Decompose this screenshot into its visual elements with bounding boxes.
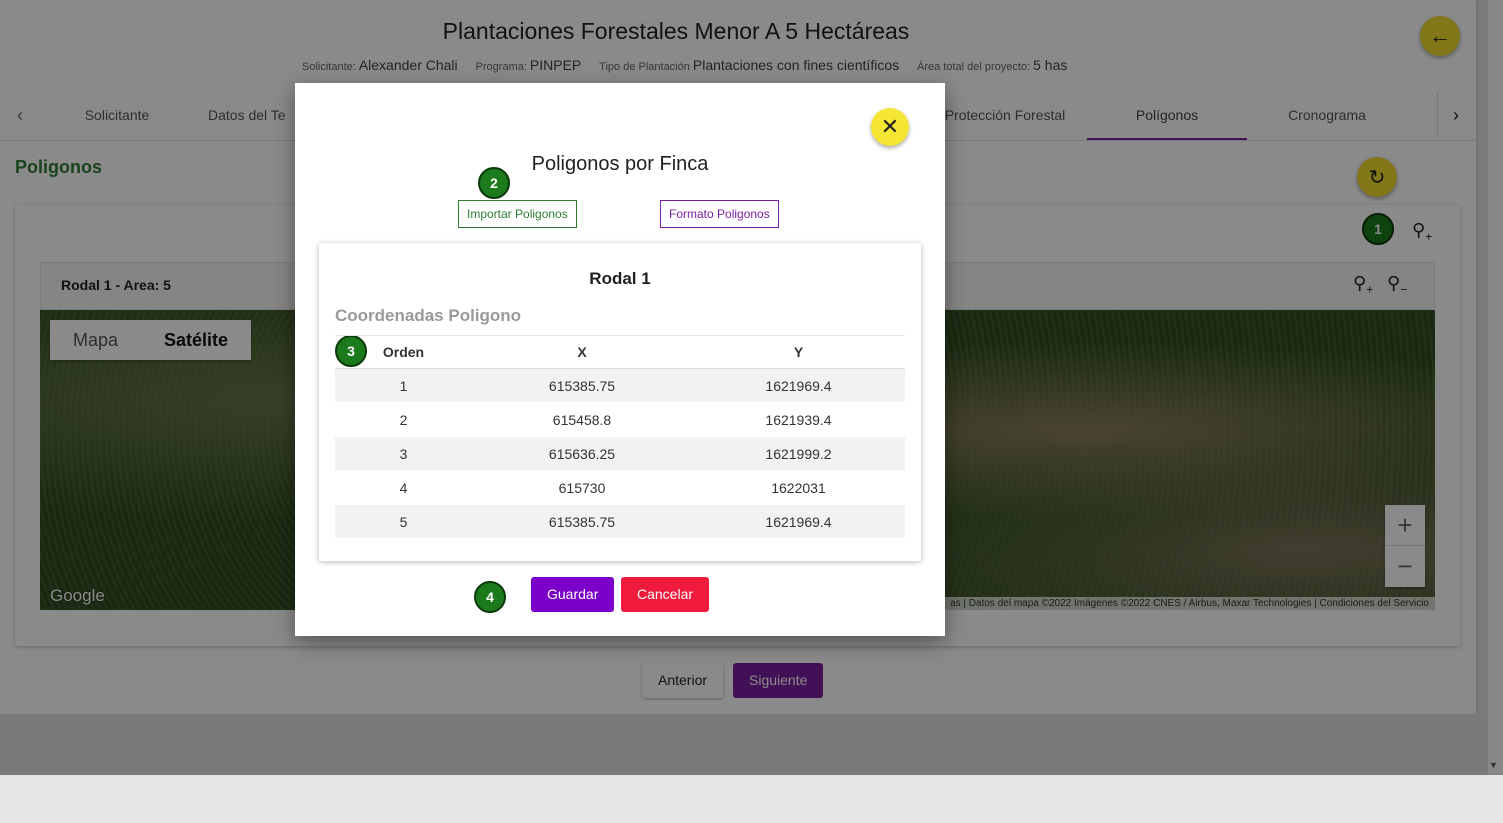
rodal-card-title: Rodal 1 — [589, 269, 651, 288]
table-row: 3 615636.25 1621999.2 — [335, 436, 905, 471]
table-row: 4 615730 1622031 — [335, 470, 905, 505]
cell-y: 1621999.2 — [692, 436, 905, 471]
table-row: 2 615458.8 1621939.4 — [335, 402, 905, 437]
cell-y: 1622031 — [692, 470, 905, 505]
import-polygons-button[interactable]: Importar Poligonos — [458, 200, 577, 228]
coordinates-title: Coordenadas Poligono — [335, 306, 522, 325]
close-icon: ✕ — [880, 114, 900, 139]
cell-y: 1621969.4 — [692, 368, 905, 403]
cell-y: 1621939.4 — [692, 402, 905, 437]
cell-orden: 4 — [335, 470, 472, 505]
dialog-title: Poligonos por Finca — [531, 153, 709, 175]
cell-y: 1621969.4 — [692, 504, 905, 539]
cell-orden: 2 — [335, 402, 472, 437]
cell-orden: 1 — [335, 368, 472, 403]
cell-x: 615730 — [472, 470, 692, 505]
cell-orden: 3 — [335, 436, 472, 471]
step-badge-4: 4 — [474, 581, 506, 613]
column-header-x: X — [472, 335, 692, 369]
column-header-orden: Orden — [335, 335, 472, 369]
cell-orden: 5 — [335, 504, 472, 539]
cancel-button[interactable]: Cancelar — [621, 577, 710, 612]
rodal-card: Rodal 1 Coordenadas Poligono 3 Orden X Y… — [319, 243, 921, 561]
column-header-y: Y — [692, 335, 905, 369]
save-button[interactable]: Guardar — [531, 577, 615, 612]
polygons-format-button[interactable]: Formato Poligonos — [660, 200, 779, 228]
table-row: 5 615385.75 1621969.4 — [335, 504, 905, 539]
cell-x: 615458.8 — [472, 402, 692, 437]
step-badge-2: 2 — [478, 167, 510, 199]
table-header-row: Orden X Y — [335, 335, 905, 369]
close-button[interactable]: ✕ — [871, 108, 909, 146]
cell-x: 615636.25 — [472, 436, 692, 471]
coordinates-table: Orden X Y 1 615385.75 1621969.4 2 615458… — [335, 335, 905, 539]
polygons-dialog: ✕ Poligonos por Finca 2 Importar Poligon… — [295, 83, 945, 636]
cell-x: 615385.75 — [472, 504, 692, 539]
table-row: 1 615385.75 1621969.4 — [335, 368, 905, 403]
cell-x: 615385.75 — [472, 368, 692, 403]
